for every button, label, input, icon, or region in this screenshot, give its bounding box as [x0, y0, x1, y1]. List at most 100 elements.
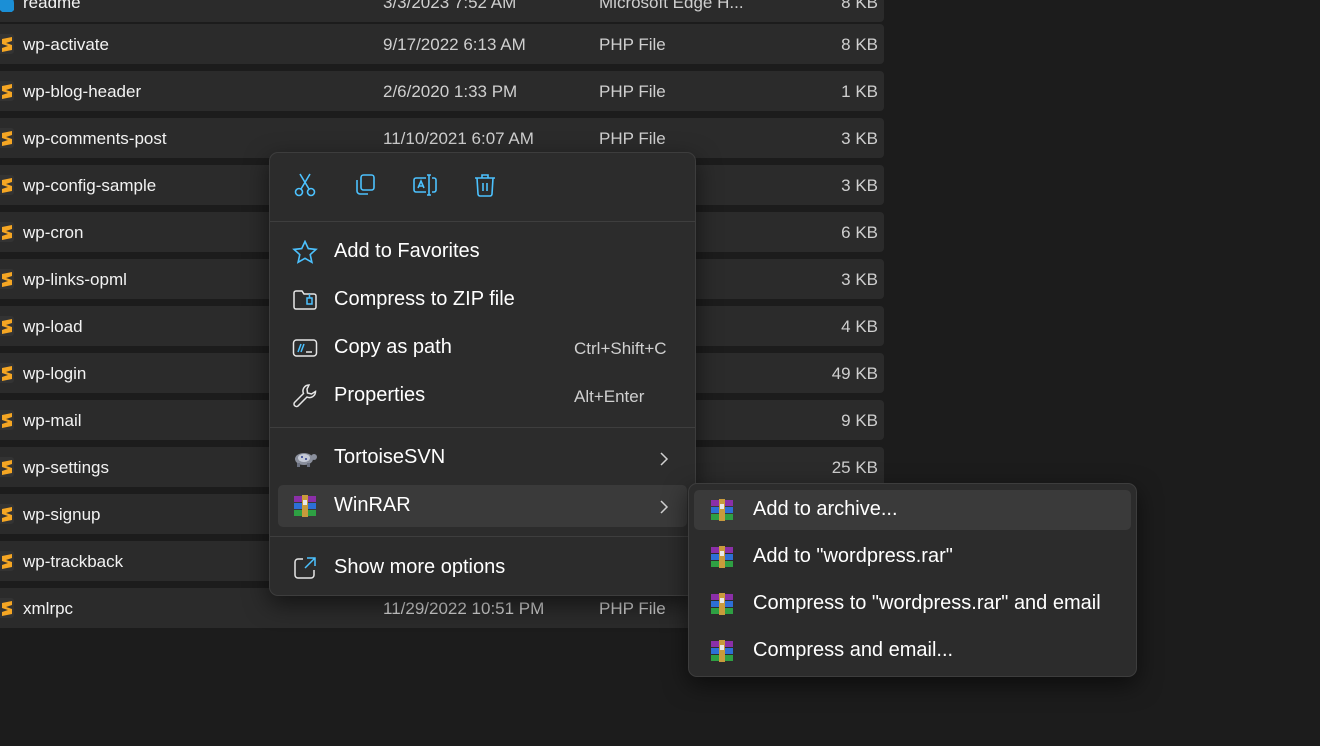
file-size: 8 KB: [841, 0, 878, 12]
menu-item-label: Copy as path: [334, 336, 452, 358]
copy-as-path-item[interactable]: Copy as path Ctrl+Shift+C: [278, 327, 687, 369]
add-to-archive-item[interactable]: Add to archive...: [694, 490, 1131, 530]
compress-to-rar-and-email-item[interactable]: Compress to "wordpress.rar" and email: [694, 584, 1131, 624]
file-size: 49 KB: [831, 364, 878, 383]
file-name: wp-load: [23, 317, 83, 336]
submenu-item-label: Compress to "wordpress.rar" and email: [753, 592, 1101, 614]
file-row-wp-blog-header[interactable]: wp-blog-header 2/6/2020 1:33 PM PHP File…: [0, 71, 884, 111]
shortcut-label: Alt+Enter: [574, 387, 645, 406]
submenu-item-label: Add to "wordpress.rar": [753, 545, 953, 567]
file-row-readme[interactable]: readme 3/3/2023 7:52 AM Microsoft Edge H…: [0, 0, 884, 22]
winrar-icon: [710, 499, 736, 521]
file-name: wp-trackback: [23, 552, 124, 571]
menu-divider: [270, 427, 695, 428]
show-more-options-item[interactable]: Show more options: [278, 547, 687, 589]
file-date: 11/10/2021 6:07 AM: [383, 129, 534, 148]
php-file-icon: [0, 316, 14, 336]
winrar-icon: [710, 546, 736, 568]
file-size: 3 KB: [841, 270, 878, 289]
file-name: wp-mail: [23, 411, 82, 430]
file-type: PHP File: [599, 599, 666, 618]
cut-button[interactable]: [283, 167, 327, 207]
chevron-right-icon: [659, 498, 669, 521]
menu-divider: [270, 536, 695, 537]
menu-item-label: Show more options: [334, 556, 506, 578]
menu-divider: [270, 221, 695, 222]
php-file-icon: [0, 598, 14, 618]
menu-item-label: Add to Favorites: [334, 240, 480, 262]
file-type: PHP File: [599, 35, 666, 54]
winrar-icon: [710, 593, 736, 615]
shortcut-label: Ctrl+Shift+C: [574, 339, 667, 358]
open-external-icon: [292, 556, 318, 580]
tortoise-icon: [292, 446, 318, 470]
copy-button[interactable]: [343, 167, 387, 207]
trash-icon: [474, 173, 496, 202]
delete-button[interactable]: [463, 167, 507, 207]
winrar-item[interactable]: WinRAR: [278, 485, 687, 527]
file-name: wp-settings: [23, 458, 109, 477]
file-name: wp-links-opml: [23, 270, 127, 289]
file-size: 6 KB: [841, 223, 878, 242]
submenu-item-label: Add to archive...: [753, 498, 898, 520]
file-date: 3/3/2023 7:52 AM: [383, 0, 517, 12]
edge-html-icon: [0, 0, 14, 12]
file-name: xmlrpc: [23, 599, 74, 618]
php-file-icon: [0, 551, 14, 571]
star-icon: [292, 239, 318, 264]
copy-path-icon: [292, 336, 318, 360]
file-size: 4 KB: [841, 317, 878, 336]
copy-icon: [353, 173, 377, 202]
winrar-icon: [710, 640, 736, 662]
file-size: 25 KB: [831, 458, 878, 477]
php-file-icon: [0, 269, 14, 289]
winrar-icon: [292, 494, 318, 518]
php-file-icon: [0, 504, 14, 524]
php-file-icon: [0, 34, 14, 54]
php-file-icon: [0, 81, 14, 101]
file-row-wp-activate[interactable]: wp-activate 9/17/2022 6:13 AM PHP File 8…: [0, 24, 884, 64]
file-size: 3 KB: [841, 129, 878, 148]
php-file-icon: [0, 175, 14, 195]
file-name: wp-comments-post: [23, 129, 167, 148]
file-name: wp-blog-header: [23, 82, 142, 101]
wrench-icon: [292, 384, 318, 408]
file-type: PHP File: [599, 129, 666, 148]
php-file-icon: [0, 457, 14, 477]
compress-and-email-item[interactable]: Compress and email...: [694, 631, 1131, 671]
zip-folder-icon: [292, 288, 318, 312]
winrar-submenu: Add to archive... Add to "wordpress.rar": [688, 483, 1137, 677]
menu-item-label: WinRAR: [334, 494, 411, 516]
file-name: wp-signup: [23, 505, 101, 524]
chevron-right-icon: [659, 450, 669, 473]
php-file-icon: [0, 222, 14, 242]
menu-item-label: TortoiseSVN: [334, 446, 446, 468]
file-size: 3 KB: [841, 176, 878, 195]
file-type: PHP File: [599, 82, 666, 101]
tortoisesvn-item[interactable]: TortoiseSVN: [278, 437, 687, 479]
file-name: wp-activate: [23, 35, 109, 54]
file-name: wp-config-sample: [23, 176, 157, 195]
file-name: readme: [23, 0, 81, 12]
file-name: wp-login: [23, 364, 87, 383]
submenu-item-label: Compress and email...: [753, 639, 954, 661]
file-size: 9 KB: [841, 411, 878, 430]
file-date: 11/29/2022 10:51 PM: [383, 599, 545, 618]
rename-button[interactable]: [403, 167, 447, 207]
compress-to-zip-item[interactable]: Compress to ZIP file: [278, 279, 687, 321]
menu-item-label: Compress to ZIP file: [334, 288, 515, 310]
rename-icon: [412, 173, 438, 202]
scissors-icon: [293, 172, 317, 203]
file-date: 2/6/2020 1:33 PM: [383, 82, 518, 101]
file-date: 9/17/2022 6:13 AM: [383, 35, 526, 54]
php-file-icon: [0, 128, 14, 148]
file-type: Microsoft Edge H...: [599, 0, 744, 12]
file-name: wp-cron: [23, 223, 84, 242]
context-menu: Add to Favorites Compress to ZIP file Co…: [269, 152, 696, 596]
php-file-icon: [0, 363, 14, 383]
properties-item[interactable]: Properties Alt+Enter: [278, 375, 687, 417]
add-to-favorites-item[interactable]: Add to Favorites: [278, 231, 687, 273]
add-to-wordpress-rar-item[interactable]: Add to "wordpress.rar": [694, 537, 1131, 577]
file-size: 1 KB: [841, 82, 878, 101]
php-file-icon: [0, 410, 14, 430]
